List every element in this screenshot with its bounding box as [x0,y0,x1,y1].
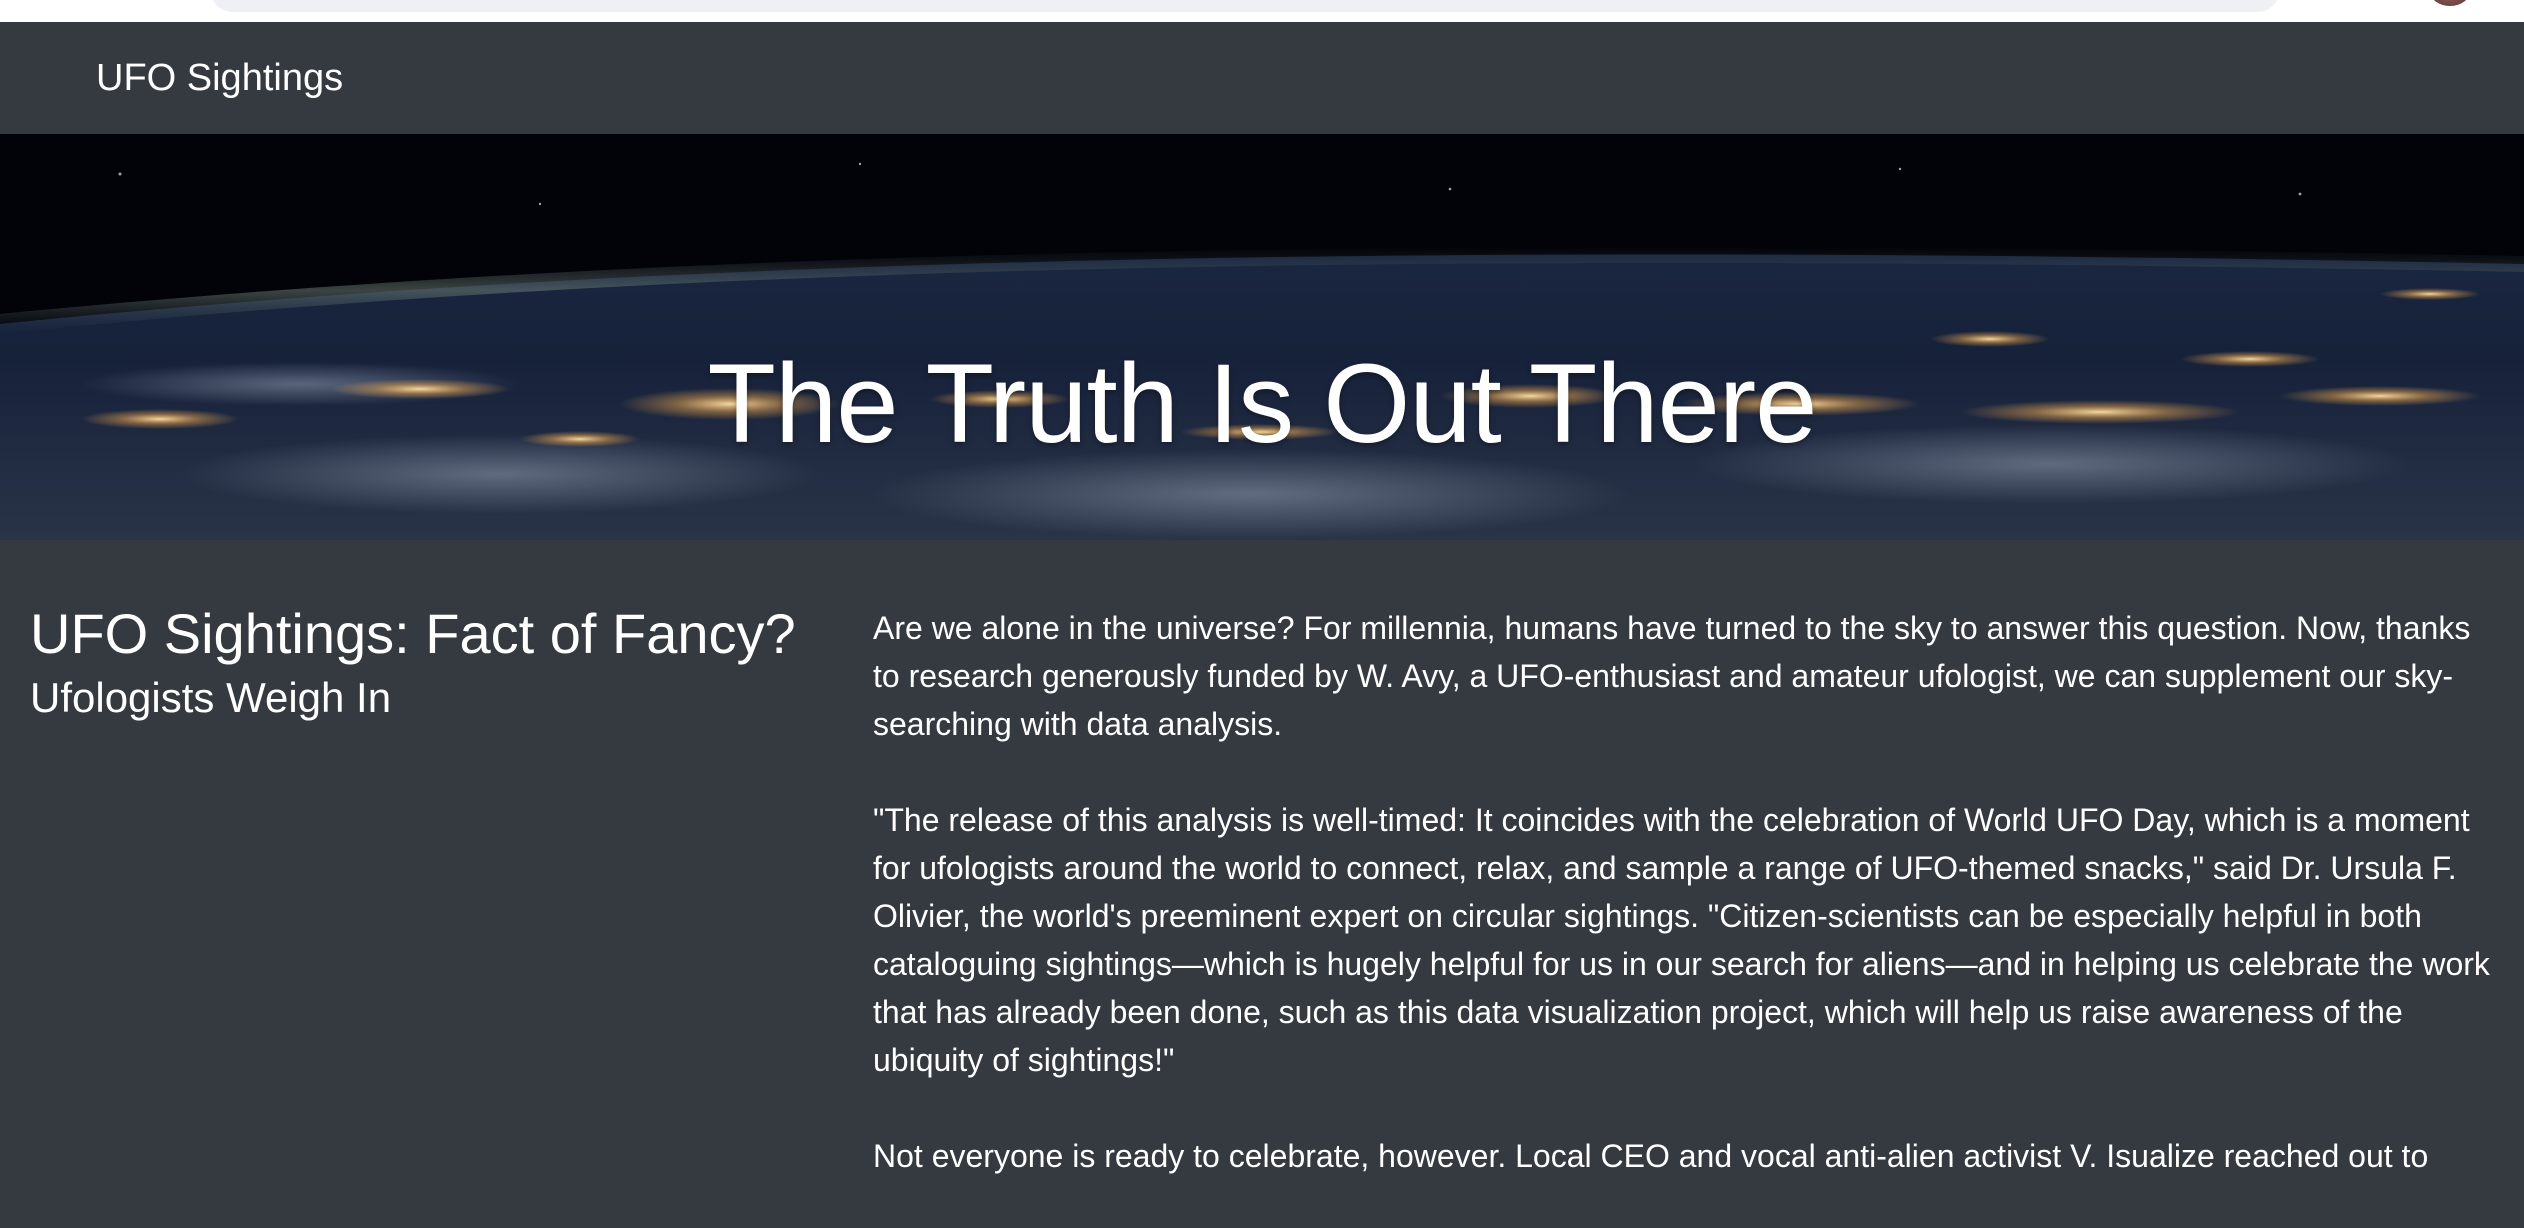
earth-night-image [0,134,2524,540]
article-paragraph: Not everyone is ready to celebrate, howe… [873,1138,2429,1174]
article-subtitle: Ufologists Weigh In [30,674,392,721]
hero-banner: The Truth Is Out There [0,134,2524,540]
article-title: UFO Sightings: Fact of Fancy? [30,602,796,665]
navbar: UFO Sightings [0,22,2524,134]
navbar-brand[interactable]: UFO Sightings [96,56,343,100]
hero-title: The Truth Is Out There [707,341,1818,467]
browser-address-bar[interactable] [210,0,2280,12]
article-paragraph: "The release of this analysis is well-ti… [873,802,2490,1078]
article-heading: UFO Sightings: Fact of Fancy? Ufologists… [30,600,830,724]
browser-strip [0,0,2524,22]
user-avatar[interactable] [2430,0,2470,6]
article-paragraph: Are we alone in the universe? For millen… [873,610,2471,742]
article-body: Are we alone in the universe? For millen… [873,604,2503,1228]
